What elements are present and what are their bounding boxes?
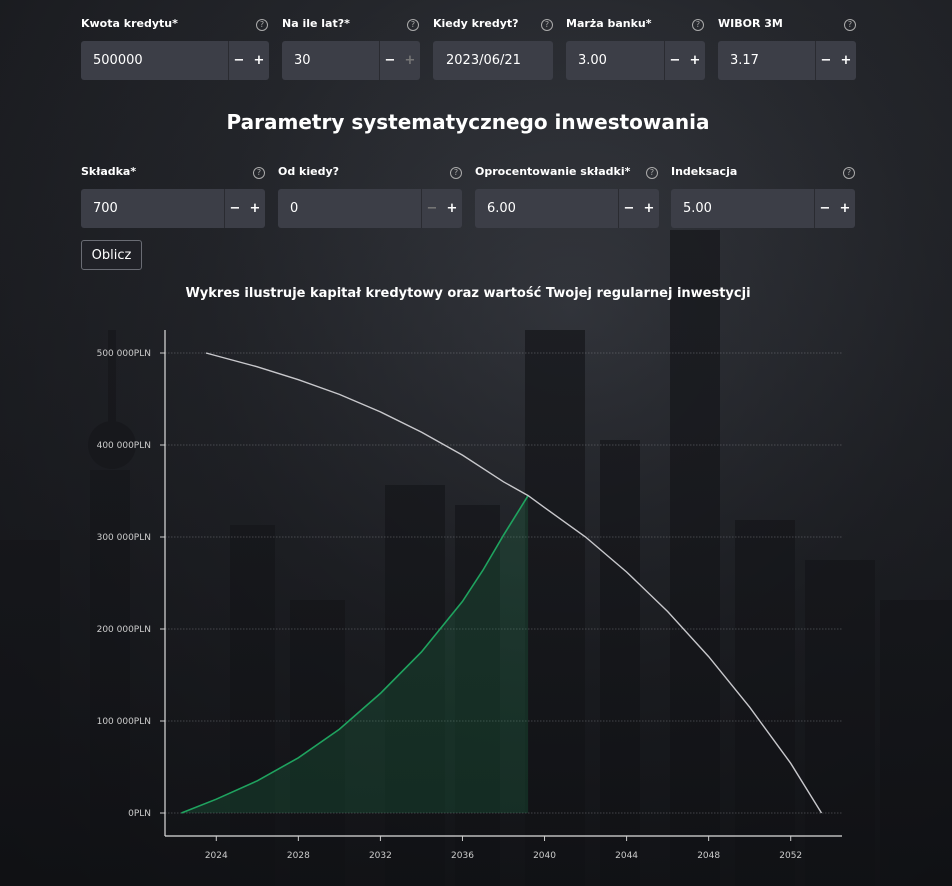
x-tick-label: 2048 [697, 851, 720, 861]
x-tick-label: 2044 [615, 851, 638, 861]
y-tick-label: 300 000PLN [97, 533, 151, 543]
y-tick-label: 500 000PLN [97, 349, 151, 359]
x-tick-label: 2040 [533, 851, 556, 861]
x-tick-label: 2052 [779, 851, 802, 861]
loan-investment-chart: 0PLN 100 000PLN 200 000PLN 300 000PLN 400 00… [97, 330, 842, 861]
investment-area [181, 495, 529, 813]
y-tick-label: 100 000PLN [97, 717, 151, 727]
y-tick-label: 0PLN [128, 809, 151, 819]
x-tick-label: 2028 [287, 851, 310, 861]
y-tick-label: 200 000PLN [97, 625, 151, 635]
y-tick-label: 400 000PLN [97, 441, 151, 451]
x-tick-label: 2036 [451, 851, 474, 861]
x-tick-label: 2032 [369, 851, 392, 861]
x-tick-label: 2024 [205, 851, 228, 861]
